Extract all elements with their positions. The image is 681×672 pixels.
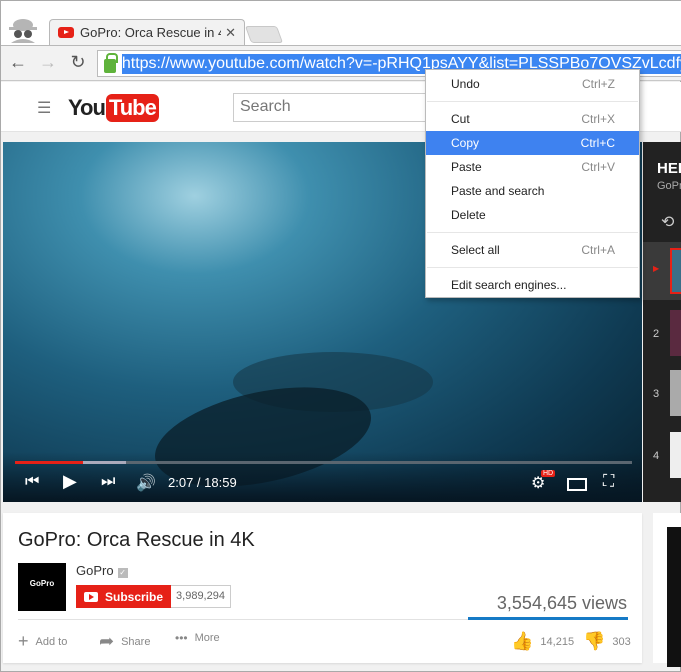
menu-label: Delete	[451, 208, 486, 222]
reload-icon[interactable]: ↻	[67, 52, 89, 73]
playlist-panel: HER GoPr ⟲ ▶ 2 3 4	[643, 142, 681, 502]
subscribe-button[interactable]: Subscribe	[76, 585, 172, 608]
now-playing-icon: ▶	[653, 264, 660, 273]
previous-icon[interactable]: ⏮	[25, 473, 39, 491]
menu-label: Cut	[451, 112, 470, 126]
verified-icon: ✓	[117, 568, 128, 578]
menu-item-edit-search-engines[interactable]: Edit search engines...	[426, 273, 639, 297]
tab-strip: GoPro: Orca Rescue in 4K ✕	[1, 1, 681, 45]
player-controls	[3, 452, 642, 502]
menu-item-paste[interactable]: Paste Ctrl+V	[426, 155, 639, 179]
share-label: Share	[121, 635, 151, 648]
video-info-card: GoPro: Orca Rescue in 4K GoPro GoPro ✓ Su…	[3, 513, 642, 663]
time-display: 2:07 / 18:59	[168, 475, 237, 490]
menu-shortcut: Ctrl+C	[580, 136, 615, 150]
playlist-item-number: 2	[653, 328, 660, 340]
hd-badge: HD	[541, 470, 556, 477]
incognito-icon	[9, 19, 37, 43]
view-count: 3,554,645 views	[496, 593, 627, 613]
dislike-count: 303	[612, 635, 631, 648]
dislike-button[interactable]: 👎 303	[583, 631, 631, 652]
subscriber-count: 3,989,294	[171, 585, 231, 608]
new-tab-button[interactable]	[244, 26, 284, 43]
menu-separator	[427, 232, 638, 233]
menu-shortcut: Ctrl+Z	[582, 77, 615, 91]
logo-tube: Tube	[105, 94, 159, 122]
menu-label: Undo	[451, 77, 480, 91]
playlist-thumbnail[interactable]	[670, 310, 681, 356]
menu-item-paste-and-search[interactable]: Paste and search	[426, 179, 639, 203]
like-button[interactable]: 👍 14,215	[511, 631, 574, 652]
menu-label: Copy	[451, 136, 480, 150]
menu-item-delete[interactable]: Delete	[426, 203, 639, 227]
loop-icon[interactable]: ⟲	[661, 212, 674, 232]
playlist-thumbnail[interactable]	[670, 432, 681, 478]
tab-title: GoPro: Orca Rescue in 4K	[80, 25, 222, 40]
menu-label: Edit search engines...	[451, 278, 567, 292]
played-bar	[15, 461, 83, 464]
menu-label: Paste	[451, 160, 482, 174]
progress-bar[interactable]	[15, 461, 632, 464]
playlist-item-number: 4	[653, 450, 660, 462]
menu-label: Paste and search	[451, 184, 545, 198]
menu-item-select-all[interactable]: Select all Ctrl+A	[426, 238, 639, 262]
menu-shortcut: Ctrl+V	[581, 160, 615, 174]
menu-shortcut: Ctrl+A	[581, 243, 615, 257]
back-icon[interactable]: ←	[7, 52, 29, 73]
fullscreen-icon[interactable]: ⛶	[603, 473, 614, 491]
channel-name[interactable]: GoPro ✓	[76, 563, 128, 578]
volume-icon[interactable]: 🔊	[136, 473, 156, 493]
plus-icon: +	[18, 631, 29, 651]
video-title: GoPro: Orca Rescue in 4K	[18, 529, 255, 551]
like-ratio-bar	[468, 617, 628, 620]
playlist-thumbnail	[670, 248, 681, 294]
like-count: 14,215	[540, 635, 575, 648]
related-thumbnail[interactable]	[667, 527, 681, 667]
youtube-play-icon	[84, 591, 98, 602]
playlist-channel[interactable]: GoPr	[657, 180, 681, 192]
menu-item-undo[interactable]: Undo Ctrl+Z	[426, 72, 639, 96]
next-icon[interactable]: ⏭	[101, 473, 115, 491]
thumbs-down-icon: 👎	[583, 631, 606, 651]
add-to-label: Add to	[35, 635, 68, 648]
thumbs-up-icon: 👍	[511, 631, 534, 651]
playlist-title[interactable]: HER	[657, 160, 681, 177]
menu-separator	[427, 267, 638, 268]
share-button[interactable]: ➦ Share	[99, 631, 150, 652]
close-tab-icon[interactable]: ✕	[225, 25, 236, 41]
forward-icon[interactable]: →	[37, 52, 59, 73]
channel-avatar[interactable]: GoPro	[18, 563, 66, 611]
context-menu: Undo Ctrl+Z Cut Ctrl+X Copy Ctrl+C Paste Ctr…	[425, 69, 640, 298]
subscribe-group: Subscribe 3,989,294	[76, 585, 231, 608]
menu-label: Select all	[451, 243, 500, 257]
playlist-item-number: 3	[653, 388, 660, 400]
more-button[interactable]: ••• More	[175, 631, 220, 645]
more-icon: •••	[175, 631, 188, 645]
youtube-favicon-icon	[58, 27, 74, 38]
youtube-logo[interactable]: You Tube	[68, 94, 159, 122]
channel-name-text[interactable]: GoPro	[76, 563, 114, 578]
theater-mode-icon[interactable]	[567, 478, 587, 491]
menu-icon[interactable]: ☰	[37, 98, 51, 118]
menu-shortcut: Ctrl+X	[581, 112, 615, 126]
browser-tab[interactable]: GoPro: Orca Rescue in 4K ✕	[49, 19, 245, 45]
logo-you: You	[68, 95, 106, 120]
related-panel	[653, 513, 681, 667]
add-to-button[interactable]: + Add to	[18, 631, 67, 652]
subscribe-label: Subscribe	[105, 589, 164, 604]
play-icon[interactable]: ▶	[63, 471, 77, 492]
menu-separator	[427, 101, 638, 102]
playlist-thumbnail[interactable]	[670, 370, 681, 416]
lock-icon	[104, 52, 118, 73]
share-icon: ➦	[99, 631, 115, 651]
menu-item-copy[interactable]: Copy Ctrl+C	[426, 131, 639, 155]
playlist-item-current[interactable]: ▶	[643, 242, 681, 300]
menu-item-cut[interactable]: Cut Ctrl+X	[426, 107, 639, 131]
more-label: More	[194, 632, 220, 644]
